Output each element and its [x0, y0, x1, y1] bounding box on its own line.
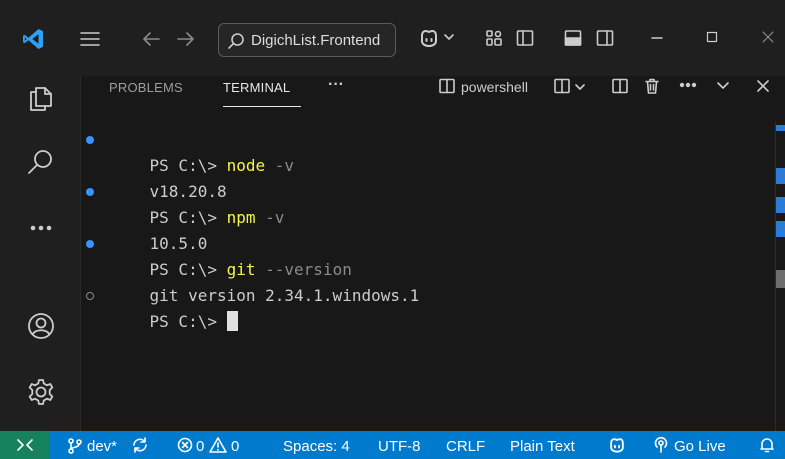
warning-count[interactable]: 0	[231, 438, 239, 455]
terminal-shell-name[interactable]: powershell	[461, 79, 528, 95]
toggle-secondary-sidebar-icon[interactable]	[595, 28, 615, 48]
more-actions-icon[interactable]	[679, 80, 697, 90]
terminal-input-line[interactable]: PS C:\>	[86, 283, 238, 331]
terminal-cursor	[226, 311, 238, 331]
vscode-logo-icon	[21, 27, 45, 51]
bell-icon[interactable]	[759, 436, 775, 454]
command-args: -v	[265, 156, 295, 175]
branch-name[interactable]: dev*	[87, 438, 117, 455]
language-status[interactable]: Plain Text	[510, 438, 575, 455]
terminal-type-icon	[438, 77, 456, 95]
terminal-line: 10.5.0	[111, 205, 208, 253]
status-bar: dev* 0 0 Spaces: 4 UTF-8 CRLF Plain Text…	[0, 431, 785, 459]
toggle-primary-sidebar-icon[interactable]	[515, 28, 535, 48]
scroll-mark	[776, 221, 785, 237]
indentation-status[interactable]: Spaces: 4	[283, 438, 350, 455]
chevron-down-icon[interactable]	[574, 83, 586, 91]
encoding-status[interactable]: UTF-8	[378, 438, 421, 455]
split-terminal-icon[interactable]	[553, 77, 571, 95]
scroll-mark	[776, 125, 785, 131]
explorer-icon[interactable]	[25, 82, 57, 114]
search-icon	[227, 32, 245, 50]
sync-icon[interactable]	[131, 436, 149, 454]
trash-icon[interactable]	[643, 77, 661, 95]
panel: PROBLEMS TERMINAL ··· powershell PS C:\>…	[80, 76, 785, 431]
search-text: DigichList.Frontend	[251, 32, 381, 49]
terminal-line: v18.20.8	[111, 153, 227, 201]
eol-status[interactable]: CRLF	[446, 438, 485, 455]
error-count[interactable]: 0	[196, 438, 204, 455]
search-icon[interactable]	[25, 146, 57, 178]
command-success-dot	[86, 240, 94, 248]
remote-icon	[16, 437, 34, 453]
command-args: -v	[255, 208, 285, 227]
broadcast-icon	[652, 436, 670, 454]
command-success-dot	[86, 188, 94, 196]
branch-icon	[67, 437, 83, 455]
copilot-icon[interactable]	[607, 435, 627, 455]
chevron-down-icon[interactable]	[443, 32, 455, 42]
chevron-down-icon[interactable]	[715, 81, 731, 91]
tab-terminal[interactable]: TERMINAL	[223, 80, 290, 95]
terminal-line: PS C:\> git --version	[86, 231, 352, 279]
remote-indicator[interactable]	[0, 431, 50, 459]
go-live-button[interactable]: Go Live	[674, 438, 726, 455]
command-success-dot	[86, 136, 94, 144]
terminal-line: PS C:\> node -v	[86, 127, 294, 175]
maximize-icon[interactable]	[705, 30, 719, 44]
more-icon[interactable]	[25, 222, 57, 234]
command-center-search[interactable]: DigichList.Frontend	[218, 23, 396, 57]
title-bar: DigichList.Frontend	[0, 0, 785, 76]
scroll-mark	[776, 197, 785, 213]
minimize-icon[interactable]	[650, 29, 664, 45]
command-text: npm	[226, 208, 256, 227]
close-panel-icon[interactable]	[755, 78, 771, 94]
command-text: node	[226, 156, 266, 175]
terminal-line: git version 2.34.1.windows.1	[111, 257, 420, 305]
terminal-line: PS C:\> npm -v	[86, 179, 284, 227]
panel-more-button[interactable]: ···	[328, 76, 344, 94]
split-editor-icon[interactable]	[611, 77, 629, 95]
back-arrow-icon[interactable]	[141, 30, 161, 48]
close-icon[interactable]	[760, 29, 776, 45]
prompt: PS C:\>	[149, 312, 227, 331]
command-pending-dot	[86, 292, 94, 300]
toggle-panel-icon[interactable]	[563, 28, 583, 48]
gear-icon[interactable]	[25, 376, 57, 408]
customize-layout-icon[interactable]	[484, 28, 504, 48]
active-tab-indicator	[223, 106, 301, 107]
accounts-icon[interactable]	[25, 310, 57, 342]
tab-problems[interactable]: PROBLEMS	[109, 80, 183, 95]
forward-arrow-icon[interactable]	[176, 30, 196, 48]
scroll-mark	[776, 270, 785, 288]
warning-icon	[209, 436, 227, 454]
activity-bar	[0, 76, 80, 431]
menu-icon[interactable]	[79, 30, 101, 48]
error-icon	[177, 437, 193, 453]
scroll-mark	[776, 168, 785, 184]
copilot-icon[interactable]	[417, 26, 441, 50]
